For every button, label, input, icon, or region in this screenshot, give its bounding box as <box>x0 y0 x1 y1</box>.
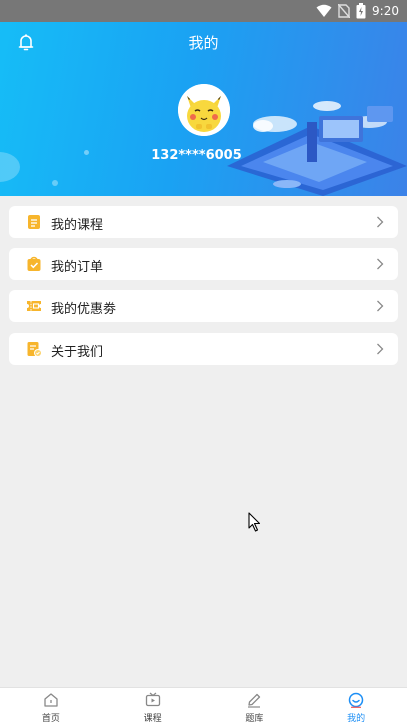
pikachu-avatar-icon <box>178 84 230 136</box>
pencil-icon <box>248 693 261 708</box>
tab-label: 题库 <box>245 714 264 724</box>
bottom-tab-bar: 首页 课程 题库 我的 <box>0 687 407 725</box>
tab-mine[interactable]: 我的 <box>305 688 407 725</box>
chevron-right-icon <box>377 258 384 270</box>
tab-label: 我的 <box>347 714 366 724</box>
menu-item-my-orders[interactable]: 我的订单 <box>9 248 398 280</box>
menu-item-my-courses[interactable]: 我的课程 <box>9 206 398 238</box>
menu-item-about-us[interactable]: 关于我们 <box>9 333 398 365</box>
menu-item-label: 我的优惠劵 <box>51 302 117 317</box>
tab-label: 首页 <box>41 714 60 724</box>
workspace-illustration-icon <box>227 101 407 196</box>
menu-item-label: 我的课程 <box>51 218 104 233</box>
smile-icon <box>348 692 364 708</box>
status-icons: 9:20 <box>316 3 399 19</box>
tab-courses[interactable]: 课程 <box>102 688 204 725</box>
wifi-icon <box>316 4 332 17</box>
menu-item-my-coupons[interactable]: 我的优惠劵 <box>9 290 398 322</box>
status-time: 9:20 <box>372 4 399 18</box>
dot-decoration <box>52 180 58 186</box>
home-icon <box>44 693 58 707</box>
about-icon <box>27 342 42 357</box>
order-icon <box>27 256 41 271</box>
tab-home[interactable]: 首页 <box>0 688 102 725</box>
chevron-right-icon <box>377 300 384 312</box>
tab-question-bank[interactable]: 题库 <box>204 688 306 725</box>
page-title: 我的 <box>188 34 219 52</box>
avatar[interactable] <box>178 84 230 136</box>
chevron-right-icon <box>377 343 384 355</box>
tv-icon <box>145 692 160 707</box>
battery-icon <box>356 3 366 19</box>
profile-header: 我的 132****6005 <box>0 22 407 196</box>
chevron-right-icon <box>377 216 384 228</box>
menu-item-label: 我的订单 <box>51 260 104 275</box>
coupon-icon <box>27 301 41 311</box>
tab-label: 课程 <box>143 714 162 724</box>
mouse-cursor-icon <box>248 512 261 532</box>
no-sim-icon <box>338 4 351 18</box>
menu-item-label: 关于我们 <box>51 345 104 360</box>
status-bar: 9:20 <box>0 0 407 22</box>
course-icon <box>28 215 40 229</box>
